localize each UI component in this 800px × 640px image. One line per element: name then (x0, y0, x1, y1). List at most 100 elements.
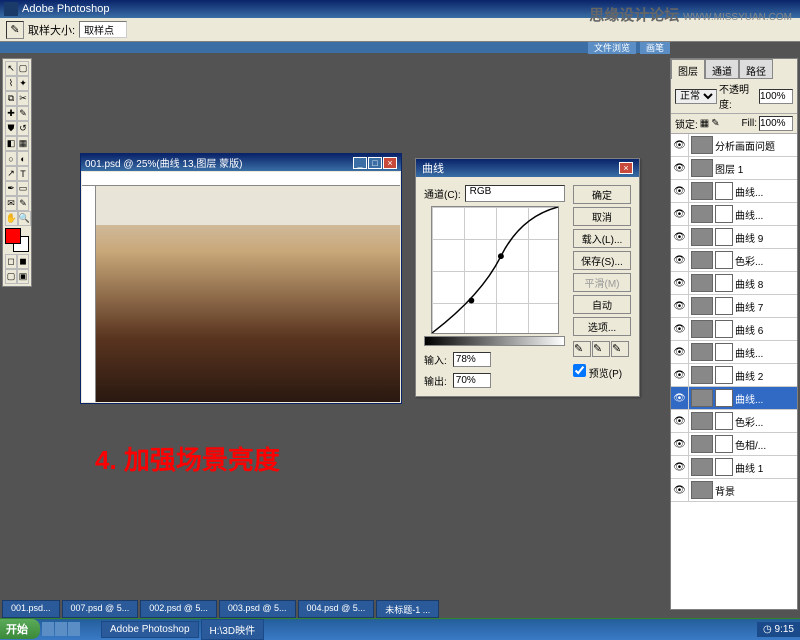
layer-mask[interactable] (715, 412, 733, 430)
doc-maximize[interactable]: □ (368, 157, 382, 169)
picker-gray-icon[interactable]: ✎ (592, 341, 610, 357)
layer-row[interactable]: 👁色彩... (671, 410, 797, 433)
doc-tab[interactable]: 004.psd @ 5... (298, 600, 375, 618)
layer-row[interactable]: 👁曲线... (671, 387, 797, 410)
pen-tool[interactable]: ✒ (5, 181, 17, 196)
visibility-icon[interactable]: 👁 (671, 410, 689, 432)
layer-row[interactable]: 👁背景 (671, 479, 797, 502)
hand-tool[interactable]: ✋ (5, 211, 18, 226)
slice-tool[interactable]: ✂ (17, 91, 29, 106)
layer-thumb[interactable] (691, 228, 713, 246)
layer-thumb[interactable] (691, 274, 713, 292)
layer-mask[interactable] (715, 228, 733, 246)
heal-tool[interactable]: ✚ (5, 106, 17, 121)
layer-mask[interactable] (715, 205, 733, 223)
layer-thumb[interactable] (691, 412, 713, 430)
shape-tool[interactable]: ▭ (17, 181, 29, 196)
layer-thumb[interactable] (691, 182, 713, 200)
layer-mask[interactable] (715, 320, 733, 338)
doc-tab[interactable]: 未标题-1 ... (376, 600, 439, 618)
history-tool[interactable]: ↺ (17, 121, 29, 136)
screen-std[interactable]: ▢ (5, 269, 17, 284)
layer-mask[interactable] (715, 458, 733, 476)
move-tool[interactable]: ↖ (5, 61, 17, 76)
layer-thumb[interactable] (691, 251, 713, 269)
doc-tab[interactable]: 002.psd @ 5... (140, 600, 217, 618)
layer-thumb[interactable] (691, 389, 713, 407)
cancel-button[interactable]: 取消 (573, 207, 631, 226)
layer-thumb[interactable] (691, 136, 713, 154)
doc-tab[interactable]: 003.psd @ 5... (219, 600, 296, 618)
taskbar-app[interactable]: Adobe Photoshop (101, 621, 199, 638)
visibility-icon[interactable]: 👁 (671, 318, 689, 340)
brush-tool[interactable]: ✎ (17, 106, 29, 121)
opacity-input[interactable] (759, 89, 793, 104)
layer-mask[interactable] (715, 343, 733, 361)
eyedrop-tool[interactable]: ✎ (17, 196, 29, 211)
tab-layers[interactable]: 图层 (671, 59, 705, 79)
lasso-tool[interactable]: ⌇ (5, 76, 17, 91)
taskbar-app[interactable]: H:\3D映件 (201, 619, 265, 640)
layer-row[interactable]: 👁曲线... (671, 341, 797, 364)
wand-tool[interactable]: ✦ (17, 76, 29, 91)
layer-thumb[interactable] (691, 159, 713, 177)
layer-row[interactable]: 👁分析画面问题 (671, 134, 797, 157)
notes-tool[interactable]: ✉ (5, 196, 17, 211)
ok-button[interactable]: 确定 (573, 185, 631, 204)
mode-std[interactable]: ◻ (5, 254, 17, 269)
layer-mask[interactable] (715, 251, 733, 269)
ql-icon[interactable] (55, 622, 67, 636)
layer-row[interactable]: 👁曲线 8 (671, 272, 797, 295)
color-swatch[interactable] (5, 228, 29, 252)
visibility-icon[interactable]: 👁 (671, 456, 689, 478)
infotab-browser[interactable]: 文件浏览 (588, 41, 636, 54)
layer-mask[interactable] (715, 435, 733, 453)
visibility-icon[interactable]: 👁 (671, 341, 689, 363)
zoom-tool[interactable]: 🔍 (18, 211, 31, 226)
start-button[interactable]: 开始 (0, 619, 40, 639)
layer-thumb[interactable] (691, 481, 713, 499)
visibility-icon[interactable]: 👁 (671, 479, 689, 501)
layer-thumb[interactable] (691, 458, 713, 476)
visibility-icon[interactable]: 👁 (671, 364, 689, 386)
layer-row[interactable]: 👁色彩... (671, 249, 797, 272)
visibility-icon[interactable]: 👁 (671, 180, 689, 202)
layer-row[interactable]: 👁曲线 6 (671, 318, 797, 341)
type-tool[interactable]: T (17, 166, 29, 181)
visibility-icon[interactable]: 👁 (671, 157, 689, 179)
preview-checkbox[interactable]: 预览(P) (573, 369, 622, 380)
layer-mask[interactable] (715, 389, 733, 407)
system-tray[interactable]: ◷ 9:15 (757, 622, 800, 637)
curves-close[interactable]: × (619, 162, 633, 174)
layer-row[interactable]: 👁曲线 7 (671, 295, 797, 318)
blur-tool[interactable]: ○ (5, 151, 17, 166)
doc-tab[interactable]: 007.psd @ 5... (62, 600, 139, 618)
crop-tool[interactable]: ⧉ (5, 91, 17, 106)
fg-color[interactable] (5, 228, 21, 244)
save-button[interactable]: 保存(S)... (573, 251, 631, 270)
gradient-tool[interactable]: ▦ (17, 136, 29, 151)
auto-button[interactable]: 自动 (573, 295, 631, 314)
lock-trans-icon[interactable]: ▦ (700, 118, 709, 129)
lock-paint-icon[interactable]: ✎ (711, 118, 719, 129)
picker-black-icon[interactable]: ✎ (573, 341, 591, 357)
layers-list[interactable]: 👁分析画面问题👁图层 1👁曲线...👁曲线...👁曲线 9👁色彩...👁曲线 8… (671, 134, 797, 609)
screen-full[interactable]: ▣ (17, 269, 29, 284)
layer-row[interactable]: 👁曲线... (671, 203, 797, 226)
layer-thumb[interactable] (691, 343, 713, 361)
layer-thumb[interactable] (691, 320, 713, 338)
input-value[interactable] (453, 352, 491, 367)
doc-minimize[interactable]: _ (353, 157, 367, 169)
fill-input[interactable] (759, 116, 793, 131)
visibility-icon[interactable]: 👁 (671, 272, 689, 294)
doc-canvas[interactable] (82, 172, 400, 402)
infotab-brush[interactable]: 画笔 (640, 41, 670, 54)
marquee-tool[interactable]: ▢ (17, 61, 29, 76)
options-button[interactable]: 选项... (573, 317, 631, 336)
picker-white-icon[interactable]: ✎ (611, 341, 629, 357)
layer-mask[interactable] (715, 182, 733, 200)
channel-select[interactable]: RGB (465, 185, 565, 202)
doc-tab[interactable]: 001.psd... (2, 600, 60, 618)
layer-mask[interactable] (715, 297, 733, 315)
stamp-tool[interactable]: ⛊ (5, 121, 17, 136)
